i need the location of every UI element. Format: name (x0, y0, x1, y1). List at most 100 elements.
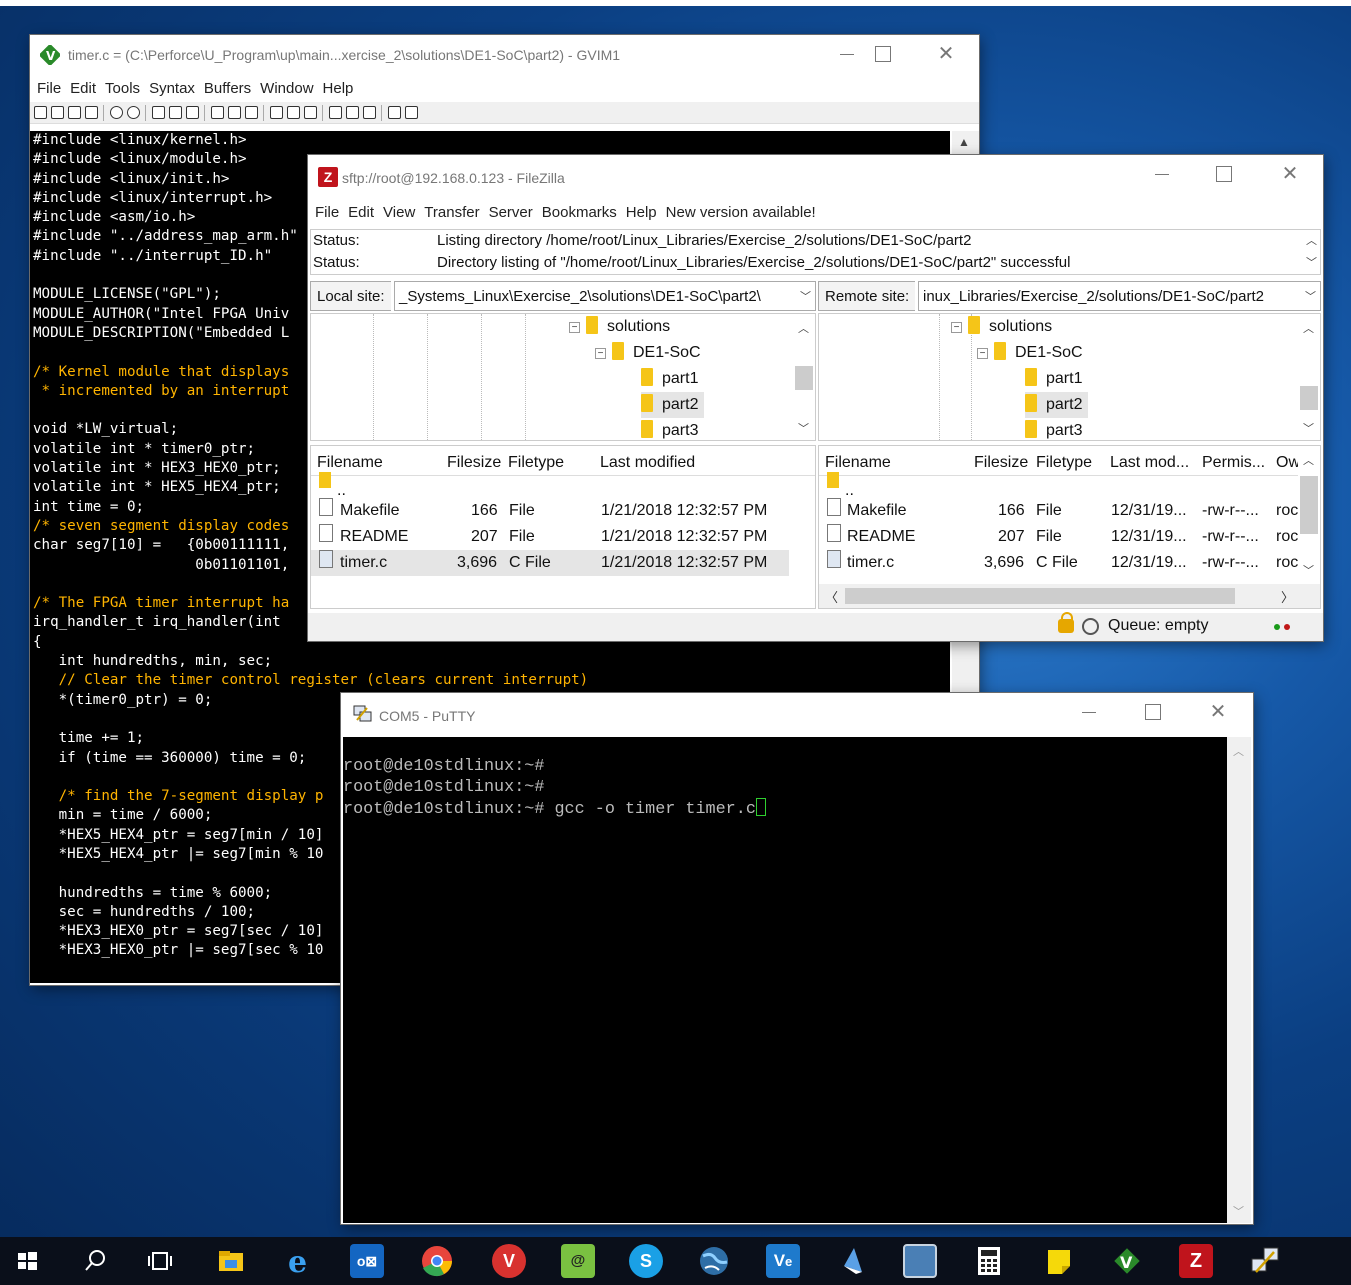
scroll-thumb[interactable] (795, 366, 813, 390)
help-icon[interactable] (388, 106, 401, 119)
close-button[interactable]: ✕ (1207, 701, 1229, 723)
collapse-icon[interactable]: − (977, 348, 988, 359)
filezilla-window[interactable]: Z sftp://root@192.168.0.123 - FileZilla … (308, 155, 1323, 641)
minimize-button[interactable] (1152, 163, 1174, 185)
collapse-icon[interactable]: − (595, 348, 606, 359)
network-globe-icon[interactable] (697, 1244, 731, 1278)
menu-help[interactable]: Help (626, 202, 657, 224)
copy-icon[interactable] (169, 106, 182, 119)
maximize-button[interactable] (1213, 163, 1235, 185)
file-row[interactable]: timer.c 3,696 C File 1/21/2018 12:32:57 … (311, 550, 789, 576)
minimize-button[interactable] (837, 43, 859, 65)
column-filename[interactable]: Filename (317, 454, 383, 472)
speed-limit-icon[interactable] (1082, 618, 1099, 635)
scroll-down-icon[interactable]: ﹀ (798, 420, 809, 436)
find-help-icon[interactable] (405, 106, 418, 119)
scroll-right-icon[interactable]: 〉 (1281, 587, 1294, 606)
save-all-icon[interactable] (68, 106, 81, 119)
run-script-icon[interactable] (304, 106, 317, 119)
scroll-down-icon[interactable]: ﹀ (1233, 1203, 1244, 1219)
menu-syntax[interactable]: Syntax (149, 78, 195, 100)
putty-scrollbar[interactable]: ︿ ﹀ (1227, 737, 1251, 1223)
remote-directory-tree[interactable]: − solutions − DE1-SoC part1 part2 part3 ︿ … (818, 313, 1321, 441)
terminal-output[interactable]: root@de10stdlinux:~# root@de10stdlinux:~#… (343, 737, 1227, 1223)
gvim-titlebar[interactable]: V timer.c = (C:\Perforce\U_Program\up\ma… (30, 35, 979, 75)
column-last-modified[interactable]: Last mod... (1110, 454, 1189, 472)
column-filetype[interactable]: Filetype (508, 454, 564, 472)
queue-status[interactable]: Queue: empty (1108, 617, 1209, 635)
filezilla-taskbar-icon[interactable]: Z (1179, 1244, 1213, 1278)
menu-window[interactable]: Window (260, 78, 313, 100)
remote-site-combo[interactable]: inux_Libraries/Exercise_2/solutions/DE1-… (918, 281, 1321, 311)
scroll-up-icon[interactable]: ︿ (1306, 230, 1317, 252)
tree-item-part3[interactable]: part3 (641, 418, 698, 440)
undo-icon[interactable] (110, 106, 123, 119)
sticky-notes-icon[interactable] (1042, 1244, 1076, 1278)
column-owner[interactable]: Ow (1276, 454, 1300, 472)
file-row[interactable]: README 207 File 12/31/19... -rw-r--... r… (819, 524, 1298, 550)
find-prev-icon[interactable] (245, 106, 258, 119)
calculator-icon[interactable] (972, 1244, 1006, 1278)
paste-icon[interactable] (186, 106, 199, 119)
redo-icon[interactable] (127, 106, 140, 119)
vivaldi-icon[interactable]: V (492, 1244, 526, 1278)
cut-icon[interactable] (152, 106, 165, 119)
local-site-combo[interactable]: _Systems_Linux\Exercise_2\solutions\DE1-… (394, 281, 816, 311)
column-permissions[interactable]: Permis... (1202, 454, 1265, 472)
file-row[interactable]: timer.c 3,696 C File 12/31/19... -rw-r--… (819, 550, 1298, 576)
maximize-button[interactable] (872, 43, 894, 65)
image-viewer-icon[interactable] (903, 1244, 937, 1278)
remote-list-hscrollbar[interactable]: 〈 〉 (819, 584, 1320, 608)
minimize-button[interactable] (1079, 701, 1101, 723)
column-filesize[interactable]: Filesize (974, 454, 1028, 472)
collapse-icon[interactable]: − (951, 322, 962, 333)
column-last-modified[interactable]: Last modified (600, 454, 695, 472)
column-filetype[interactable]: Filetype (1036, 454, 1092, 472)
menu-edit[interactable]: Edit (70, 78, 96, 100)
menu-view[interactable]: View (383, 202, 415, 224)
scroll-down-icon[interactable]: ﹀ (1303, 562, 1314, 578)
collapse-icon[interactable]: − (569, 322, 580, 333)
remote-file-list[interactable]: Filename Filesize Filetype Last mod... P… (818, 445, 1321, 609)
scroll-up-icon[interactable]: ︿ (1303, 320, 1314, 336)
find-replace-icon[interactable] (211, 106, 224, 119)
tree-item-solutions[interactable]: − solutions (569, 314, 670, 340)
parent-directory-row[interactable]: .. (311, 472, 791, 499)
chrome-icon[interactable] (420, 1244, 454, 1278)
task-view-icon[interactable] (143, 1244, 177, 1278)
chevron-down-icon[interactable]: ﹀ (1305, 282, 1316, 310)
find-next-icon[interactable] (228, 106, 241, 119)
menu-transfer[interactable]: Transfer (424, 202, 479, 224)
menu-new-version[interactable]: New version available! (666, 202, 816, 224)
menu-bookmarks[interactable]: Bookmarks (542, 202, 617, 224)
remote-list-vscrollbar[interactable]: ︿ ﹀ (1298, 446, 1320, 586)
pen-tool-icon[interactable] (834, 1244, 868, 1278)
parent-directory-row[interactable]: .. (819, 472, 1297, 499)
putty-titlebar[interactable]: COM5 - PuTTY ✕ (341, 693, 1253, 737)
remote-tree-scrollbar[interactable]: ︿ ﹀ (1298, 314, 1320, 440)
tree-item-part1[interactable]: part1 (1025, 366, 1082, 392)
file-row[interactable]: Makefile 166 File 12/31/19... -rw-r--...… (819, 498, 1298, 524)
skype-icon[interactable]: S (629, 1244, 663, 1278)
visual-studio-code-icon[interactable]: Ve (766, 1244, 800, 1278)
menu-file[interactable]: File (315, 202, 339, 224)
close-button[interactable]: ✕ (935, 43, 957, 65)
menu-server[interactable]: Server (489, 202, 533, 224)
tree-item-part3[interactable]: part3 (1025, 418, 1082, 440)
menu-tools[interactable]: Tools (105, 78, 140, 100)
save-session-icon[interactable] (287, 106, 300, 119)
menu-help[interactable]: Help (323, 78, 354, 100)
load-session-icon[interactable] (270, 106, 283, 119)
local-tree-scrollbar[interactable]: ︿ ﹀ (793, 314, 815, 440)
local-file-list[interactable]: Filename Filesize Filetype Last modified… (310, 445, 816, 609)
file-row[interactable]: README 207 File 1/21/2018 12:32:57 PM (311, 524, 791, 550)
tree-item-part2[interactable]: part2 (641, 392, 705, 418)
terminal-command[interactable]: gcc -o timer timer.c (554, 800, 755, 819)
tag-icon[interactable] (363, 106, 376, 119)
internet-explorer-icon[interactable]: e (282, 1244, 316, 1278)
chevron-down-icon[interactable]: ﹀ (800, 282, 811, 310)
scroll-left-icon[interactable]: 〈 (825, 587, 838, 606)
tree-item-solutions[interactable]: − solutions (951, 314, 1052, 340)
menu-edit[interactable]: Edit (348, 202, 374, 224)
windows-start-icon[interactable] (10, 1244, 44, 1278)
